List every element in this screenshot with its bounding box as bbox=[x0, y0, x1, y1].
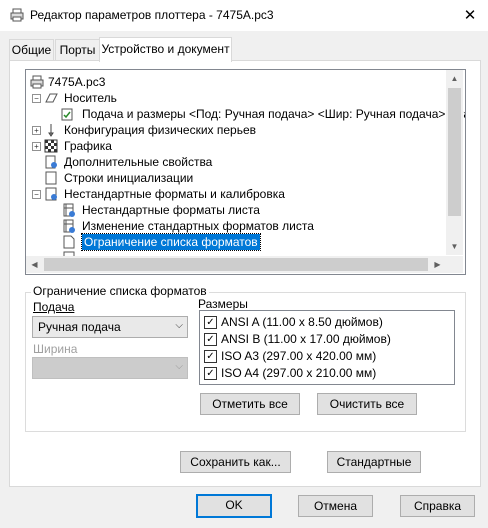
tab-device-document[interactable]: Устройство и документ bbox=[99, 37, 232, 62]
cancel-button[interactable]: Отмена bbox=[298, 495, 373, 517]
calibration-icon bbox=[45, 187, 57, 201]
defaults-button[interactable]: Стандартные bbox=[327, 451, 421, 473]
width-dropdown: ⌵ bbox=[32, 357, 188, 379]
paper-source-icon bbox=[61, 108, 73, 121]
tab-ports[interactable]: Порты bbox=[55, 39, 100, 60]
sizes-checklist[interactable]: ✓ ANSI A (11.00 x 8.50 дюймов) ✓ ANSI B … bbox=[199, 310, 455, 385]
help-button[interactable]: Справка bbox=[400, 495, 475, 517]
modify-size-icon bbox=[63, 219, 75, 233]
scroll-left-icon[interactable]: ◀ bbox=[26, 256, 43, 273]
title-bar: Редактор параметров плоттера - 7475A.pc3… bbox=[0, 0, 488, 31]
filter-size-icon bbox=[63, 235, 75, 249]
plotter-app-icon bbox=[10, 8, 24, 22]
save-as-button[interactable]: Сохранить как... bbox=[180, 451, 291, 473]
check-all-button[interactable]: Отметить все bbox=[200, 393, 300, 415]
properties-icon bbox=[45, 155, 57, 169]
custom-size-icon bbox=[63, 203, 75, 217]
media-icon bbox=[45, 93, 58, 103]
vertical-scroll-thumb[interactable] bbox=[448, 88, 461, 216]
document-icon bbox=[45, 171, 57, 185]
tree-item-label: Строки инициализации bbox=[64, 171, 194, 185]
settings-tree[interactable]: 7475A.pc3 − Носитель Подача и размеры <П… bbox=[25, 69, 466, 275]
checkbox-checked[interactable]: ✓ bbox=[204, 316, 217, 329]
size-label: ISO A4 (297.00 x 210.00 мм) bbox=[221, 366, 377, 380]
graphics-icon bbox=[44, 139, 58, 153]
feed-value: Ручная подача bbox=[38, 320, 121, 334]
clear-all-button[interactable]: Очистить все bbox=[317, 393, 417, 415]
sizes-label: Размеры bbox=[198, 297, 248, 311]
tree-vertical-scrollbar[interactable]: ▲ ▼ bbox=[446, 70, 463, 255]
scroll-down-icon[interactable]: ▼ bbox=[446, 238, 463, 255]
tab-general[interactable]: Общие bbox=[9, 39, 54, 60]
checkbox-checked[interactable]: ✓ bbox=[204, 350, 217, 363]
chevron-down-icon: ⌵ bbox=[175, 320, 183, 331]
feed-label: Подача bbox=[33, 300, 75, 314]
expand-toggle[interactable]: + bbox=[32, 126, 41, 135]
size-label: ISO A3 (297.00 x 420.00 мм) bbox=[221, 349, 377, 363]
tree-item-label: Нестандартные форматы листа bbox=[82, 203, 260, 217]
checkbox-checked[interactable]: ✓ bbox=[204, 333, 217, 346]
tree-item-label: Носитель bbox=[64, 91, 117, 105]
scrollbar-corner bbox=[446, 256, 463, 273]
window-title: Редактор параметров плоттера - 7475A.pc3 bbox=[30, 8, 274, 22]
tree-horizontal-scrollbar[interactable]: ◀ ▶ bbox=[26, 256, 446, 273]
scroll-up-icon[interactable]: ▲ bbox=[446, 70, 463, 87]
pen-icon bbox=[48, 124, 54, 137]
tree-item-label: Нестандартные форматы и калибровка bbox=[64, 187, 285, 201]
group-title: Ограничение списка форматов bbox=[31, 284, 209, 298]
ok-button[interactable]: OK bbox=[196, 494, 272, 518]
plotter-icon bbox=[30, 75, 44, 89]
tree-item-label: Изменение стандартных форматов листа bbox=[82, 219, 314, 233]
collapse-toggle[interactable]: − bbox=[32, 94, 41, 103]
collapse-toggle[interactable]: − bbox=[32, 190, 41, 199]
chevron-down-icon: ⌵ bbox=[175, 361, 183, 372]
tree-item-label: Графика bbox=[64, 139, 112, 153]
checkbox-checked[interactable]: ✓ bbox=[204, 367, 217, 380]
tree-item-label: Подача и размеры <Под: Ручная подача> <Ш… bbox=[82, 107, 466, 121]
size-label: ANSI A (11.00 x 8.50 дюймов) bbox=[221, 315, 383, 329]
tree-item-label: Дополнительные свойства bbox=[64, 155, 213, 169]
horizontal-scroll-thumb[interactable] bbox=[44, 258, 428, 271]
scroll-right-icon[interactable]: ▶ bbox=[429, 256, 446, 273]
tree-item-label: Конфигурация физических перьев bbox=[64, 123, 257, 137]
close-button[interactable]: ✕ bbox=[455, 2, 485, 28]
size-label: ANSI B (11.00 x 17.00 дюймов) bbox=[221, 332, 391, 346]
width-label: Ширина bbox=[33, 342, 78, 356]
expand-toggle[interactable]: + bbox=[32, 142, 41, 151]
tree-item-label: 7475A.pc3 bbox=[48, 75, 106, 89]
feed-dropdown[interactable]: Ручная подача ⌵ bbox=[32, 316, 188, 338]
tree-item-label-selected: Ограничение списка форматов bbox=[81, 233, 261, 251]
